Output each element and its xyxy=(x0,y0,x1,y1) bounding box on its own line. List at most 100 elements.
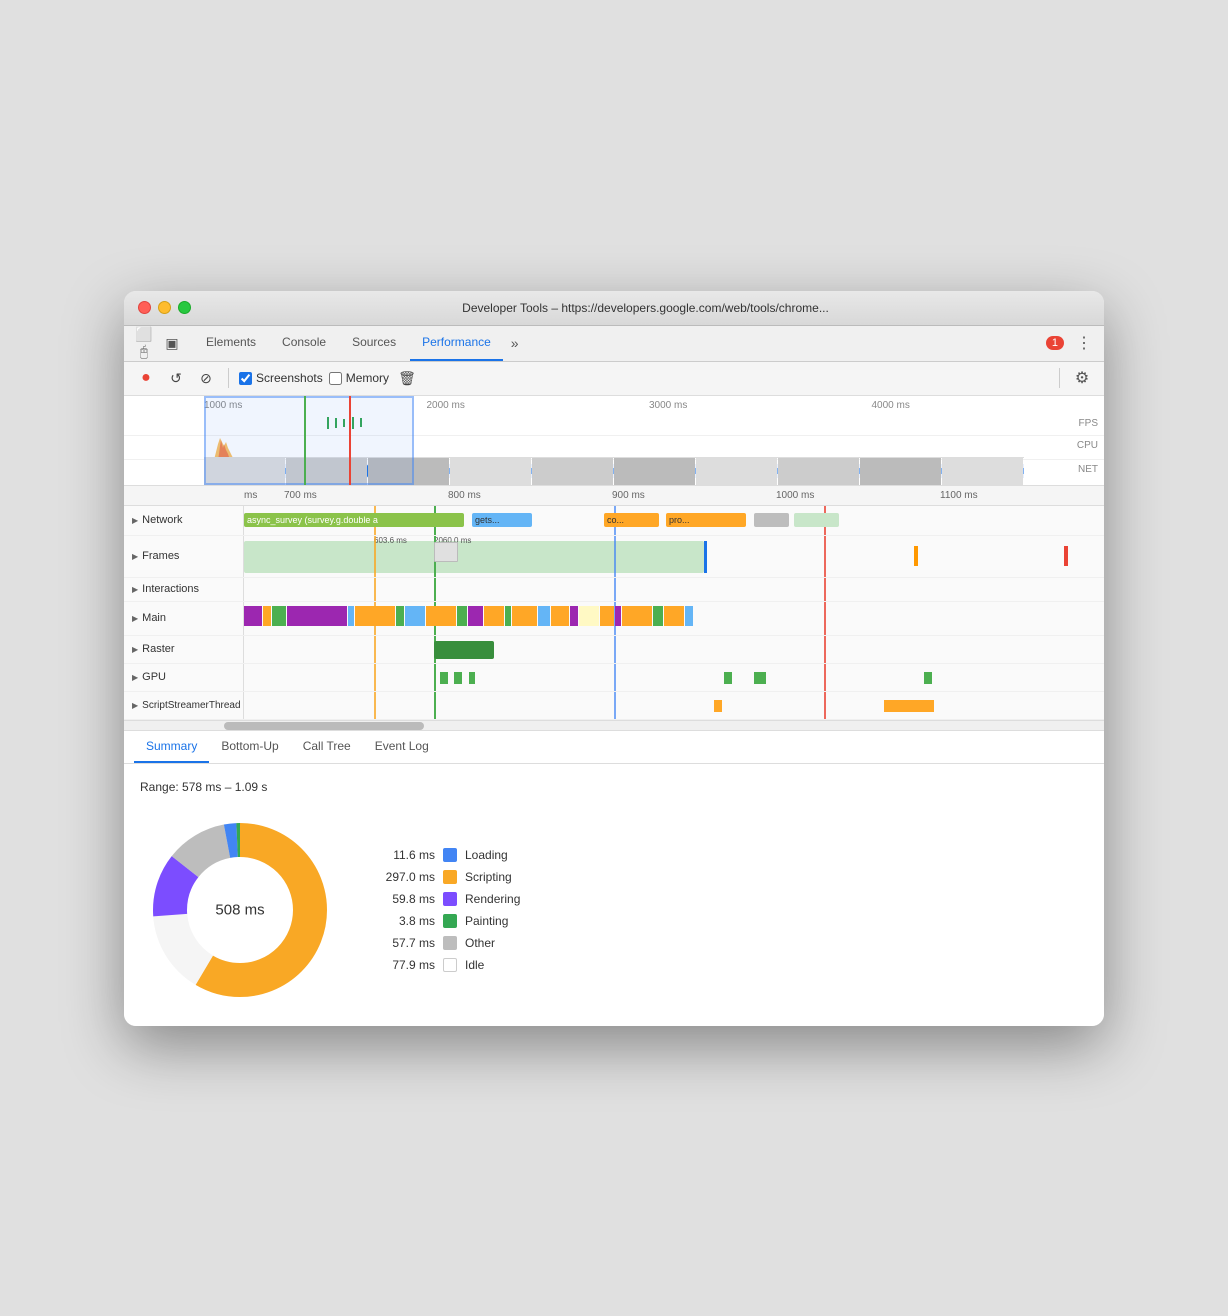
rendering-value: 59.8 ms xyxy=(380,892,435,906)
gpu-row[interactable]: ▶ GPU xyxy=(124,664,1104,692)
main-label: Main xyxy=(142,612,166,624)
screenshots-checkbox-label[interactable]: Screenshots xyxy=(239,371,323,385)
interactions-row-label[interactable]: ▶ Interactions xyxy=(124,578,244,601)
main-row-label[interactable]: ▶ Main xyxy=(124,602,244,635)
main-bar-orange-9 xyxy=(664,606,684,626)
interactions-label: Interactions xyxy=(142,583,199,595)
main-bar-purple-2 xyxy=(287,606,347,626)
network-row-label[interactable]: ▶ Network xyxy=(124,506,244,535)
gpu-label: GPU xyxy=(142,671,166,683)
raster-row-label[interactable]: ▶ Raster xyxy=(124,636,244,663)
memory-checkbox-label[interactable]: Memory xyxy=(329,371,389,385)
main-expand-icon: ▶ xyxy=(132,614,138,623)
trash-button[interactable]: 🗑 xyxy=(395,366,419,390)
range-text: Range: 578 ms – 1.09 s xyxy=(140,780,1088,794)
memory-checkbox[interactable] xyxy=(329,372,342,385)
network-row[interactable]: ▶ Network async_survey (survey.g.double … xyxy=(124,506,1104,536)
traffic-lights xyxy=(138,301,191,314)
close-button[interactable] xyxy=(138,301,151,314)
settings-button[interactable]: ⚙ xyxy=(1070,366,1094,390)
devtools-menu-button[interactable]: ⋮ xyxy=(1072,333,1096,353)
tab-summary[interactable]: Summary xyxy=(134,731,209,763)
ruler-mark-1000: 1000 ms xyxy=(204,400,427,411)
main-bar-orange-2 xyxy=(355,606,395,626)
time-mark-0: ms xyxy=(244,490,284,501)
main-bar-orange-6 xyxy=(551,606,569,626)
time-mark-1000: 1000 ms xyxy=(776,490,940,501)
painting-value: 3.8 ms xyxy=(380,914,435,928)
main-bar-yellow-1 xyxy=(579,606,599,626)
screenshots-checkbox[interactable] xyxy=(239,372,252,385)
net-bar-6 xyxy=(794,513,839,527)
frame-bar-main xyxy=(244,541,704,573)
cursor-tool-button[interactable]: ⬜🖰 xyxy=(132,331,156,355)
gpu-bar-5 xyxy=(754,672,766,684)
timeline-scrollbar[interactable] xyxy=(124,720,1104,730)
frames-row-content: 603.6 ms 2060.0 ms xyxy=(244,536,1104,577)
record-button[interactable]: ● xyxy=(134,366,158,390)
gpu-bar-2 xyxy=(454,672,462,684)
devtools-window: Developer Tools – https://developers.goo… xyxy=(124,291,1104,1026)
script-streamer-row-label[interactable]: ▶ ScriptStreamerThread xyxy=(124,692,244,719)
main-bar-purple-5 xyxy=(615,606,621,626)
main-bar-green-1 xyxy=(272,606,286,626)
frames-row[interactable]: ▶ Frames 603.6 ms 2060.0 ms xyxy=(124,536,1104,578)
gpu-bar-1 xyxy=(440,672,448,684)
legend-painting: 3.8 ms Painting xyxy=(380,914,520,928)
idle-value: 77.9 ms xyxy=(380,958,435,972)
frames-label: Frames xyxy=(142,550,179,562)
donut-chart: 508 ms xyxy=(140,810,340,1010)
tab-sources[interactable]: Sources xyxy=(340,325,408,361)
other-value: 57.7 ms xyxy=(380,936,435,950)
frames-row-label[interactable]: ▶ Frames xyxy=(124,536,244,577)
script-streamer-row[interactable]: ▶ ScriptStreamerThread xyxy=(124,692,1104,720)
inspect-tool-button[interactable]: ▣ xyxy=(160,331,184,355)
main-bar-purple-4 xyxy=(570,606,578,626)
main-row[interactable]: ▶ Main xyxy=(124,602,1104,636)
streamer-bar-1 xyxy=(714,700,722,712)
window-title: Developer Tools – https://developers.goo… xyxy=(201,301,1090,315)
bottom-tab-bar: Summary Bottom-Up Call Tree Event Log xyxy=(124,731,1104,764)
streamer-bar-2 xyxy=(884,700,934,712)
raster-row[interactable]: ▶ Raster xyxy=(124,636,1104,664)
tab-bottom-up[interactable]: Bottom-Up xyxy=(209,731,290,763)
net-label: NET xyxy=(1078,464,1098,475)
main-bar-blue-3 xyxy=(538,606,550,626)
interactions-row-content xyxy=(244,578,1104,601)
tab-console[interactable]: Console xyxy=(270,325,338,361)
tab-bar: ⬜🖰 ▣ Elements Console Sources Performanc… xyxy=(124,326,1104,362)
raster-label: Raster xyxy=(142,643,174,655)
script-streamer-label: ScriptStreamerThread xyxy=(142,700,240,711)
raster-bar-1 xyxy=(434,641,494,659)
time-mark-700: 700 ms xyxy=(284,490,448,501)
gpu-bar-3 xyxy=(469,672,475,684)
frames-expand-icon: ▶ xyxy=(132,552,138,561)
network-row-content: async_survey (survey.g.double a gets... … xyxy=(244,506,1104,535)
maximize-button[interactable] xyxy=(178,301,191,314)
main-bar-blue-2 xyxy=(405,606,425,626)
donut-center: 508 ms xyxy=(215,901,264,918)
tab-event-log[interactable]: Event Log xyxy=(363,731,441,763)
more-tabs-button[interactable]: » xyxy=(505,335,525,351)
net-bar-2: gets... xyxy=(472,513,532,527)
minimize-button[interactable] xyxy=(158,301,171,314)
scrollbar-thumb[interactable] xyxy=(224,722,424,730)
painting-swatch xyxy=(443,914,457,928)
scripting-swatch xyxy=(443,870,457,884)
gpu-row-label[interactable]: ▶ GPU xyxy=(124,664,244,691)
summary-legend: 11.6 ms Loading 297.0 ms Scripting 59.8 … xyxy=(380,848,520,972)
time-mark-1100: 1100 ms xyxy=(940,490,1104,501)
tab-elements[interactable]: Elements xyxy=(194,325,268,361)
clear-button[interactable]: ⊘ xyxy=(194,366,218,390)
timeline-overview[interactable]: 1000 ms 2000 ms 3000 ms 4000 ms FPS CPU xyxy=(124,396,1104,486)
reload-record-button[interactable]: ↺ xyxy=(164,366,188,390)
script-streamer-row-content xyxy=(244,692,1104,719)
loading-label: Loading xyxy=(465,848,508,862)
tab-performance[interactable]: Performance xyxy=(410,325,503,361)
frame-orange-1 xyxy=(914,546,918,566)
tab-call-tree[interactable]: Call Tree xyxy=(291,731,363,763)
main-bar-orange-3 xyxy=(426,606,456,626)
interactions-row[interactable]: ▶ Interactions xyxy=(124,578,1104,602)
raster-row-content xyxy=(244,636,1104,663)
detail-timeline: ms 700 ms 800 ms 900 ms 1000 ms 1100 ms … xyxy=(124,486,1104,731)
